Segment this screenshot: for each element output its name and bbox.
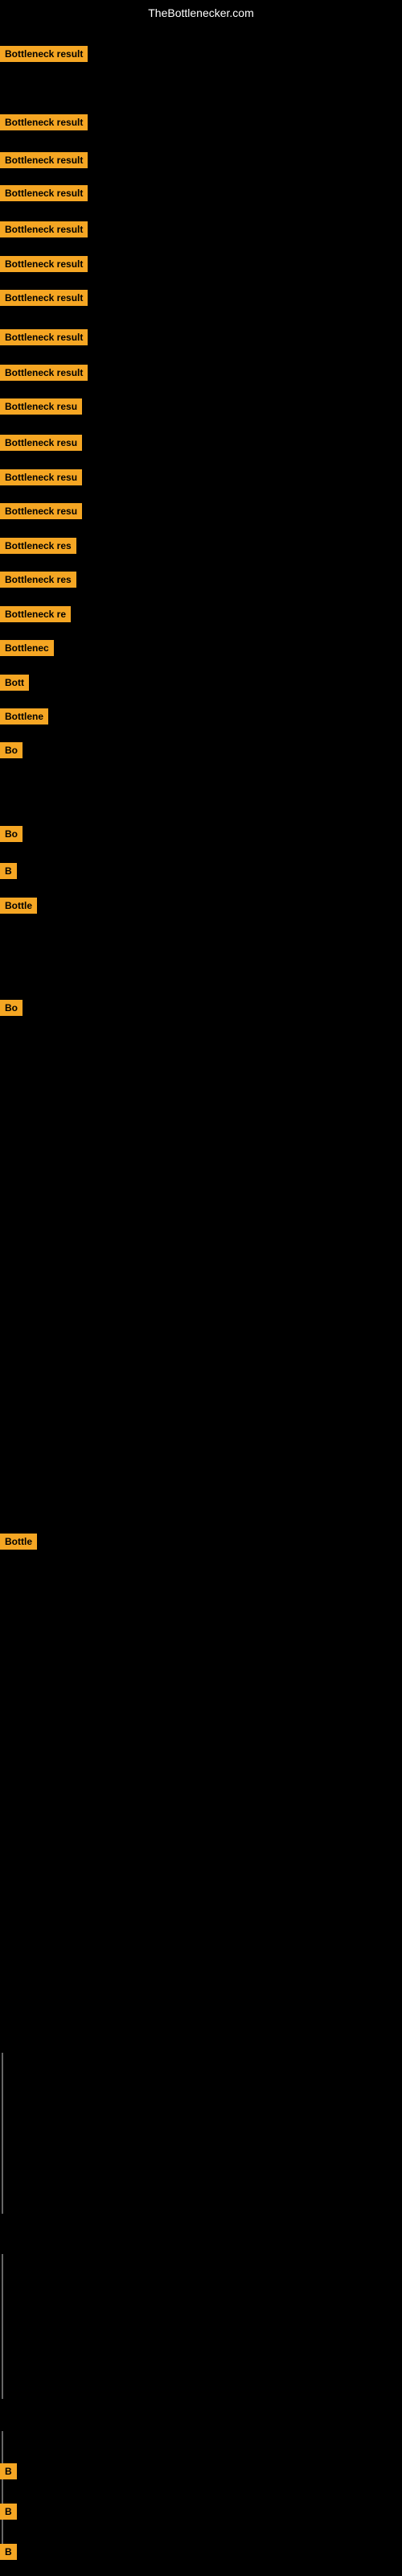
- bottleneck-badge-16: Bottlenec: [0, 640, 54, 656]
- badge-row-13: Bottleneck res: [0, 538, 76, 558]
- bottleneck-badge-3: Bottleneck result: [0, 185, 88, 201]
- badge-row-4: Bottleneck result: [0, 221, 88, 242]
- bottleneck-badge-23: Bo: [0, 1000, 23, 1016]
- bottleneck-badge-18: Bottlene: [0, 708, 48, 724]
- small-badge-row-3: B: [0, 2544, 17, 2564]
- bottleneck-badge-10: Bottleneck resu: [0, 435, 82, 451]
- badge-row-12: Bottleneck resu: [0, 503, 82, 523]
- bottleneck-badge-8: Bottleneck result: [0, 365, 88, 381]
- vertical-line-2: [2, 2254, 3, 2399]
- badge-row-16: Bottlenec: [0, 640, 54, 660]
- badge-row-8: Bottleneck result: [0, 365, 88, 385]
- badge-row-17: Bott: [0, 675, 29, 695]
- small-badge-row-2: B: [0, 2504, 17, 2524]
- bottleneck-badge-11: Bottleneck resu: [0, 469, 82, 485]
- small-badge-1: B: [0, 2463, 17, 2479]
- badge-row-15: Bottleneck re: [0, 606, 71, 626]
- site-title: TheBottlenecker.com: [0, 0, 402, 26]
- badge-row-3: Bottleneck result: [0, 185, 88, 205]
- bottleneck-badge-2: Bottleneck result: [0, 152, 88, 168]
- bottleneck-badge-0: Bottleneck result: [0, 46, 88, 62]
- badge-row-6: Bottleneck result: [0, 290, 88, 310]
- bottleneck-badge-17: Bott: [0, 675, 29, 691]
- bottleneck-badge-5: Bottleneck result: [0, 256, 88, 272]
- small-badge-3: B: [0, 2544, 17, 2560]
- vertical-line-3: [2, 2431, 3, 2560]
- bottleneck-badge-7: Bottleneck result: [0, 329, 88, 345]
- bottleneck-badge-22: Bottle: [0, 898, 37, 914]
- bottleneck-badge-13: Bottleneck res: [0, 538, 76, 554]
- badge-row-24: Bottle: [0, 1534, 37, 1554]
- badge-row-23: Bo: [0, 1000, 23, 1020]
- bottleneck-badge-14: Bottleneck res: [0, 572, 76, 588]
- bottleneck-badge-21: B: [0, 863, 17, 879]
- badge-row-5: Bottleneck result: [0, 256, 88, 276]
- badge-row-20: Bo: [0, 826, 23, 846]
- badge-row-9: Bottleneck resu: [0, 398, 82, 419]
- badge-row-22: Bottle: [0, 898, 37, 918]
- bottleneck-badge-4: Bottleneck result: [0, 221, 88, 237]
- badge-row-14: Bottleneck res: [0, 572, 76, 592]
- badge-row-18: Bottlene: [0, 708, 48, 729]
- badge-row-7: Bottleneck result: [0, 329, 88, 349]
- badge-row-1: Bottleneck result: [0, 114, 88, 134]
- badge-row-10: Bottleneck resu: [0, 435, 82, 455]
- bottleneck-badge-6: Bottleneck result: [0, 290, 88, 306]
- small-badge-2: B: [0, 2504, 17, 2520]
- badge-row-11: Bottleneck resu: [0, 469, 82, 489]
- bottleneck-badge-12: Bottleneck resu: [0, 503, 82, 519]
- vertical-line-1: [2, 2053, 3, 2214]
- badge-row-21: B: [0, 863, 17, 883]
- bottleneck-badge-20: Bo: [0, 826, 23, 842]
- bottleneck-badge-24: Bottle: [0, 1534, 37, 1550]
- badge-row-19: Bo: [0, 742, 23, 762]
- badge-row-0: Bottleneck result: [0, 46, 88, 66]
- bottleneck-badge-9: Bottleneck resu: [0, 398, 82, 415]
- bottleneck-badge-19: Bo: [0, 742, 23, 758]
- badge-row-2: Bottleneck result: [0, 152, 88, 172]
- small-badge-row-1: B: [0, 2463, 17, 2483]
- bottleneck-badge-1: Bottleneck result: [0, 114, 88, 130]
- bottleneck-badge-15: Bottleneck re: [0, 606, 71, 622]
